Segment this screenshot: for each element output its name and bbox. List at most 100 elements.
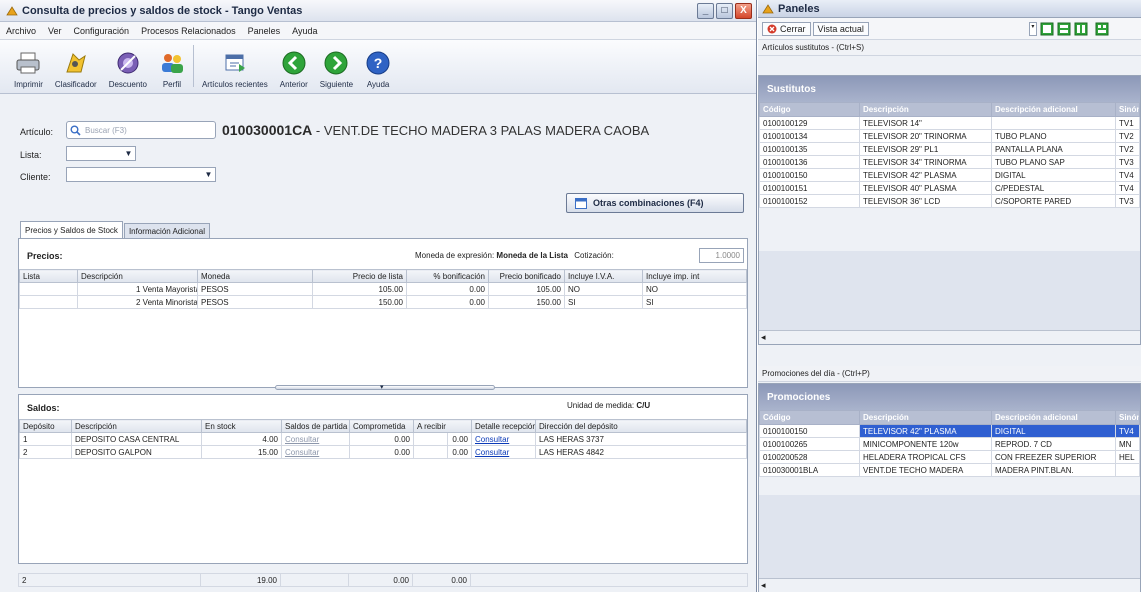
col-bonificacion[interactable]: % bonificación (406, 269, 489, 283)
layout-dropdown-icon[interactable]: ▾ (1028, 21, 1037, 36)
col-descripcion-adicional[interactable]: Descripción adicional (991, 102, 1116, 117)
unidad-value: C/U (636, 401, 651, 410)
table-row[interactable]: 0100100150 TELEVISOR 42" PLASMA DIGITAL TV4 (759, 168, 1140, 182)
consultar-link[interactable]: Consultar (281, 432, 350, 446)
previous-button[interactable]: Anterior (274, 39, 314, 89)
col-codigo[interactable]: Código (759, 410, 860, 425)
saldos-table-wrap: Depósito Descripción En stock Saldos de … (19, 419, 747, 459)
col-detalle-recepcion[interactable]: Detalle recepción (471, 419, 536, 433)
article-search-input[interactable]: Buscar (F3) (66, 121, 216, 139)
table-row[interactable]: 0100100152 TELEVISOR 36" LCD C/SOPORTE PAR… (759, 194, 1140, 208)
col-sinonimo[interactable]: Sinón (1115, 410, 1140, 425)
col-incluye-imp[interactable]: Incluye imp. int (642, 269, 747, 283)
table-row[interactable]: 0100100151 TELEVISOR 40" PLASMA C/PEDESTAL… (759, 181, 1140, 195)
col-saldos-partida[interactable]: Saldos de partida (281, 419, 350, 433)
tab-strip: Precios y Saldos de Stock Información Ad… (20, 221, 211, 238)
search-placeholder: Buscar (F3) (85, 125, 127, 135)
total-a-recibir: 0.00 (412, 573, 471, 587)
layout-one-icon[interactable] (1040, 22, 1054, 36)
cliente-select[interactable]: ▼ (66, 167, 216, 182)
next-button[interactable]: Siguiente (314, 39, 359, 89)
tab-precios-saldos[interactable]: Precios y Saldos de Stock (20, 221, 123, 238)
col-en-stock[interactable]: En stock (201, 419, 282, 433)
panels-title-bar: Paneles (758, 0, 1141, 18)
tab-informacion-adicional[interactable]: Información Adicional (123, 223, 210, 238)
table-row[interactable]: 2 Venta Minorista PESOS 150.00 0.00 150.… (19, 295, 747, 309)
col-codigo[interactable]: Código (759, 102, 860, 117)
cell: VENT.DE TECHO MADERA (859, 463, 992, 477)
cell: 0100200528 (759, 450, 860, 464)
col-precio-bonificado[interactable]: Precio bonificado (488, 269, 565, 283)
table-row[interactable]: 0100100265 MINICOMPONENTE 120w REPROD. 7 C… (759, 437, 1140, 451)
col-precio-lista[interactable]: Precio de lista (312, 269, 407, 283)
discount-button[interactable]: Descuento (103, 39, 153, 89)
table-row[interactable]: 010030001BLA VENT.DE TECHO MADERA MADERA P… (759, 463, 1140, 477)
classifier-button[interactable]: Clasificador (49, 39, 103, 89)
cell: HEL (1115, 450, 1140, 464)
col-sinonimo[interactable]: Sinón (1115, 102, 1140, 117)
arrow-right-icon (323, 50, 349, 76)
toolbar-separator (192, 45, 194, 87)
table-row[interactable]: 1 Venta Mayorista PESOS 105.00 0.00 105.… (19, 282, 747, 296)
layout-three-icon[interactable] (1074, 22, 1088, 36)
table-row[interactable]: 1 DEPOSITO CASA CENTRAL 4.00 Consultar 0… (19, 432, 747, 446)
col-direccion[interactable]: Dirección del depósito (535, 419, 747, 433)
consultar-link[interactable]: Consultar (281, 445, 350, 459)
table-row[interactable]: 0100100134 TELEVISOR 20" TRINORMA TUBO PLA… (759, 129, 1140, 143)
consultar-link[interactable]: Consultar (471, 432, 536, 446)
recent-items-button[interactable]: Artículos recientes (196, 39, 274, 89)
minimize-button[interactable]: _ (697, 3, 714, 19)
table-row[interactable]: 0100100129 TELEVISOR 14" TV1 (759, 116, 1140, 130)
cell: DEPOSITO CASA CENTRAL (71, 432, 202, 446)
menu-procesos[interactable]: Procesos Relacionados (141, 26, 236, 36)
menu-paneles[interactable]: Paneles (248, 26, 281, 36)
cell: 0100100136 (759, 155, 860, 169)
col-incluye-iva[interactable]: Incluye I.V.A. (564, 269, 643, 283)
table-row[interactable]: 2 DEPOSITO GALPON 15.00 Consultar 0.00 0… (19, 445, 747, 459)
col-descripcion-adicional[interactable]: Descripción adicional (991, 410, 1116, 425)
col-descripcion[interactable]: Descripción (77, 269, 198, 283)
col-a-recibir[interactable]: A recibir (413, 419, 472, 433)
menu-ayuda[interactable]: Ayuda (292, 26, 317, 36)
lista-select[interactable]: ▼ (66, 146, 136, 161)
cell: PANTALLA PLANA (991, 142, 1116, 156)
otras-combinaciones-button[interactable]: Otras combinaciones (F4) (566, 193, 744, 213)
col-descripcion[interactable]: Descripción (71, 419, 202, 433)
scroll-left-icon[interactable]: ◂ (761, 332, 766, 343)
close-panel-button[interactable]: Cerrar (762, 21, 811, 36)
cell: LAS HERAS 3737 (535, 432, 747, 446)
splitter-handle[interactable]: ▾ (275, 384, 495, 391)
total-en-stock: 19.00 (200, 573, 281, 587)
menu-configuracion[interactable]: Configuración (74, 26, 130, 36)
table-row-selected[interactable]: 0100100150 TELEVISOR 42" PLASMA DIGITAL TV4 (759, 424, 1140, 438)
menu-archivo[interactable]: Archivo (6, 26, 36, 36)
col-descripcion[interactable]: Descripción (859, 410, 992, 425)
menu-ver[interactable]: Ver (48, 26, 62, 36)
layout-four-icon[interactable] (1095, 22, 1109, 36)
col-moneda[interactable]: Moneda (197, 269, 313, 283)
table-row[interactable]: 0100100135 TELEVISOR 29" PL1 PANTALLA PLAN… (759, 142, 1140, 156)
col-descripcion[interactable]: Descripción (859, 102, 992, 117)
profile-button[interactable]: Perfil (153, 39, 191, 89)
sustitutos-scrollbar[interactable]: ◂ (759, 330, 1140, 344)
layout-two-icon[interactable] (1057, 22, 1071, 36)
table-row[interactable]: 0100100136 TELEVISOR 34" TRINORMA TUBO PLA… (759, 155, 1140, 169)
col-comprometida[interactable]: Comprometida (349, 419, 414, 433)
cell: 0.00 (406, 282, 489, 296)
col-lista[interactable]: Lista (19, 269, 78, 283)
consultar-link[interactable]: Consultar (471, 445, 536, 459)
sustitutos-empty-area (759, 251, 1140, 330)
help-button[interactable]: ? Ayuda (359, 39, 397, 89)
cell: TV2 (1115, 142, 1140, 156)
current-view-button[interactable]: Vista actual (812, 21, 869, 36)
promociones-scrollbar[interactable]: ◂ (759, 578, 1140, 592)
scroll-left-icon[interactable]: ◂ (761, 580, 766, 591)
col-deposito[interactable]: Depósito (19, 419, 72, 433)
table-row[interactable]: 0100200528 HELADERA TROPICAL CFS CON FREEZ… (759, 450, 1140, 464)
cell: HELADERA TROPICAL CFS (859, 450, 992, 464)
cotizacion-field[interactable]: 1.0000 (699, 248, 744, 263)
maximize-button[interactable]: □ (716, 3, 733, 19)
close-button[interactable]: X (735, 3, 752, 19)
print-button[interactable]: Imprimir (8, 39, 49, 89)
cell: 105.00 (312, 282, 407, 296)
